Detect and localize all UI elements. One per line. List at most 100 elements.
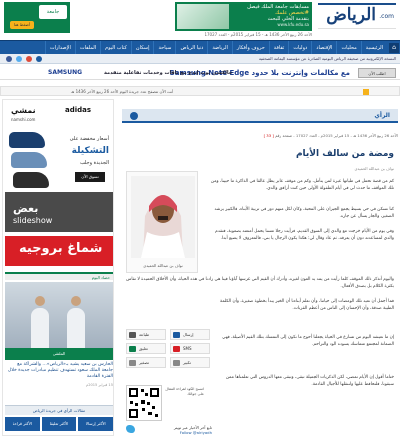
click-here-button[interactable]: أضغط هنا — [10, 21, 34, 29]
university-seal: جامعة — [39, 5, 67, 19]
sidebar-news-text[interactable]: الحارس بن سعيد يشيد بـ«الرياض»... والشرا… — [5, 362, 113, 381]
university-banner-ad[interactable]: مسابقات جامعة الملك فيصل #تخصص علمك بتقد… — [175, 2, 312, 31]
article-paragraph: فما أجمل أن نعيد تلك الومضات إلى حياتنا،… — [220, 299, 394, 311]
nav-item[interactable]: دنيا الرياض — [175, 41, 207, 55]
ad-line-1: أسعار مخفضة على — [69, 136, 109, 142]
person-figure — [67, 308, 85, 352]
twitter-icon[interactable] — [16, 56, 22, 62]
meta-text: الأحد 26 ربيع الأخر 1436 هـ - 15 فبراير … — [275, 133, 398, 138]
slideshow-title-ar: بعض — [13, 202, 39, 215]
nav-item[interactable]: سياحة — [153, 41, 175, 55]
send-button[interactable]: إرسال — [170, 329, 210, 340]
tool-label: طباعة — [139, 332, 150, 337]
article-main: الرأي الأحد 26 ربيع الأخر 1436 هـ - 15 ف… — [122, 99, 398, 436]
nav-item[interactable]: الإصدارات — [44, 41, 75, 55]
shop-now-button[interactable]: تسوق الآن — [75, 172, 105, 182]
sidebar-section-heading: حصاد اليوم — [5, 272, 113, 280]
slideshow-ad[interactable]: بعض slideshow — [5, 192, 113, 232]
shemagh-ad[interactable]: شماغ بروجيه — [5, 236, 113, 266]
photo-caption-bar: الملتقى — [5, 348, 113, 360]
follow-twitter[interactable]: تابع آخر الأخبار عبر تويتر Follow @alriy… — [126, 425, 212, 435]
page-number: [ 33 ] — [263, 133, 274, 138]
zoom-in-icon — [173, 360, 180, 366]
facebook-icon[interactable] — [6, 56, 12, 62]
shoe-image — [11, 152, 47, 168]
section-title[interactable]: الرأي — [374, 109, 390, 123]
tool-label: تعليق — [139, 346, 148, 351]
nav-item[interactable]: الملفات — [74, 41, 100, 55]
article-meta: الأحد 26 ربيع الأخر 1436 هـ - 15 فبراير … — [122, 133, 398, 138]
home-icon[interactable]: ⌂ — [389, 43, 399, 53]
nav-item[interactable]: الرئيسية — [360, 41, 387, 55]
article-byline: نواف بن عبدالله الحميدي — [354, 166, 394, 171]
sidebar-news-photo[interactable]: الملتقى — [5, 282, 113, 360]
rss-icon[interactable] — [36, 56, 42, 62]
article-headline: ومضة من سالف الأيام — [295, 149, 394, 159]
main-nav: ⌂ الرئيسية محليات الإقتصاد دوليات ثقافة … — [0, 40, 400, 55]
namshi-logo: نمشي — [11, 106, 36, 115]
sidebar-news-date: 15 فبراير 2015م — [85, 382, 113, 387]
print-icon — [129, 332, 136, 338]
qr-code-icon — [129, 388, 159, 418]
author-photo: نواف بن عبدالله الحميدي — [126, 171, 198, 273]
article-paragraph: إن ما نعيشه اليوم من تسارع في الحياة يجع… — [222, 335, 394, 347]
nav-item[interactable]: ثقافة — [268, 41, 289, 55]
zoom-in-button[interactable]: تكبير — [170, 357, 210, 368]
tool-label: إرسال — [183, 332, 194, 337]
slideshow-title-en: slideshow — [13, 216, 53, 225]
nav-item[interactable]: دوليات — [288, 41, 311, 55]
notice-text: أنت الآن تتصفح عدد جريدة اليوم الأحد 26 … — [71, 89, 174, 94]
tab-most-read[interactable]: الأكثر قراءة — [5, 417, 40, 431]
shemagh-ad-text: شماغ بروجيه — [19, 241, 103, 256]
tool-label: تكبير — [183, 360, 191, 365]
adidas-logo: adidas — [65, 106, 92, 114]
notice-square-icon — [363, 89, 369, 95]
namshi-adidas-ad[interactable]: نمشي namshi.com adidas أسعار مخفضة على ا… — [5, 102, 113, 190]
left-sidebar: نمشي namshi.com adidas أسعار مخفضة على ا… — [2, 99, 114, 436]
tool-label: تصغير — [139, 360, 149, 365]
opinion-section-heading: مقالات الرأي في جريدة الرياض — [5, 405, 113, 415]
nav-item[interactable]: إسكان — [130, 41, 154, 55]
person-head — [35, 296, 45, 306]
nav-item[interactable]: حروف وأفكار — [231, 41, 269, 55]
sidebar-news-item[interactable]: الحارس بن سعيد يشيد بـ«الرياض»... والشرا… — [5, 362, 113, 402]
banner-hand-image — [177, 4, 229, 29]
zoom-out-icon — [129, 360, 136, 366]
follow-handle[interactable]: Follow @alriyadh — [126, 430, 212, 435]
site-logo[interactable]: الرياض .com — [318, 3, 396, 29]
subbar-text: النسخة الإلكترونية من صحيفة الرياض اليوم… — [258, 56, 396, 61]
author-image — [131, 176, 195, 258]
article-paragraph: واليوم أتذكر ذلك الموقف كلما رأيت من يمد… — [126, 277, 394, 289]
samsung-subline: جالكسي نوت إيدج مع باقات وخدمات تفاعلية … — [104, 70, 233, 76]
person-head — [71, 296, 81, 306]
section-tab: الرأي — [122, 109, 398, 123]
article-paragraph: وفي يوم من الأيام خرجت مع والدي إلى السو… — [215, 229, 394, 241]
qr-code — [126, 385, 162, 421]
nav-item[interactable]: كتاب اليوم — [100, 41, 131, 55]
nav-item[interactable]: محليات — [336, 41, 360, 55]
print-button[interactable]: طباعة — [126, 329, 166, 340]
nav-item[interactable]: الإقتصاد — [311, 41, 336, 55]
samsung-order-button[interactable]: اطلب الآن — [358, 68, 396, 78]
ad-line-3: الجديدة وجلب — [79, 160, 109, 166]
namshi-domain: namshi.com — [11, 117, 36, 122]
article-paragraph: كم من قصة تحمل في طياتها عبرة لمن يتأمل،… — [210, 179, 394, 191]
photo-caption: نواف بن عبدالله الحميدي — [143, 263, 183, 268]
sms-button[interactable]: SMS — [170, 343, 210, 354]
article-paragraph: ختاما أقول إن الأيام تمضي، لكن الذكريات … — [225, 375, 394, 387]
comment-button[interactable]: تعليق — [126, 343, 166, 354]
zoom-out-button[interactable]: تصغير — [126, 357, 166, 368]
social-icons — [6, 56, 42, 62]
comment-icon — [129, 346, 136, 352]
nav-items: الرئيسية محليات الإقتصاد دوليات ثقافة حر… — [44, 41, 387, 55]
qr-caption: امسح الكود لقراءة المقال على جوالك — [165, 387, 204, 396]
tab-most-commented[interactable]: الأكثر تعليقا — [41, 417, 77, 431]
left-banner-ad[interactable]: جامعة أضغط هنا — [4, 2, 70, 33]
nav-item[interactable]: الرياضة — [207, 41, 232, 55]
sms-icon — [173, 346, 180, 352]
ad-line-2: التشكيلة — [71, 146, 109, 156]
samsung-ad-bar[interactable]: Samsung Note Edge مع مكالمات وإنترنت بلا… — [0, 66, 400, 80]
googleplus-icon[interactable] — [26, 56, 32, 62]
tab-most-sent[interactable]: الأكثر إرسالا — [78, 417, 114, 431]
samsung-logo: SAMSUNG — [48, 69, 83, 76]
